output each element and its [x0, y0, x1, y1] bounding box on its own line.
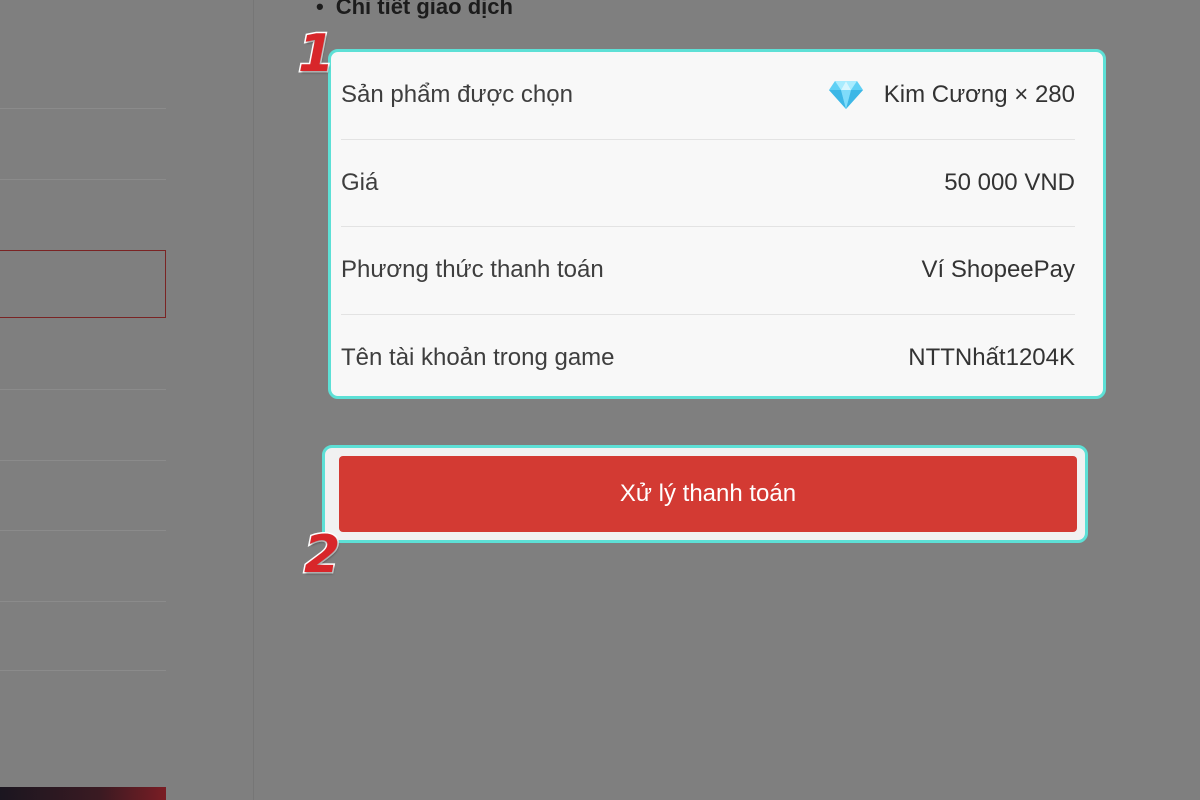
detail-row-payment-method: Phương thức thanh toán Ví ShopeePay — [341, 226, 1075, 314]
detail-label: Tên tài khoản trong game — [341, 343, 615, 371]
section-title: • Chi tiết giao dịch — [316, 0, 513, 20]
detail-value: Kim Cương × 280 — [828, 80, 1075, 110]
payment-method-value: Ví ShopeePay — [921, 256, 1075, 284]
process-payment-button[interactable]: Xử lý thanh toán — [339, 456, 1077, 532]
step-marker-2: 2 — [302, 524, 341, 587]
vertical-divider — [253, 0, 254, 800]
sidebar-divider — [0, 108, 166, 109]
sidebar-divider — [0, 460, 166, 461]
transaction-details-card: Sản phẩm được chọn Kim Cương × 280 Giá 5… — [328, 49, 1106, 399]
detail-row-price: Giá 50 000 VND — [341, 138, 1075, 227]
sidebar-divider — [0, 389, 166, 390]
detail-label: Sản phẩm được chọn — [341, 81, 573, 109]
page: • Chi tiết giao dịch Sản phẩm được chọn K… — [0, 0, 1200, 800]
detail-label: Giá — [341, 168, 379, 196]
diamond-icon — [828, 81, 863, 110]
sidebar — [0, 0, 168, 800]
process-button-highlight: Xử lý thanh toán — [322, 445, 1088, 543]
sidebar-divider — [0, 601, 166, 602]
detail-row-account-name: Tên tài khoản trong game NTTNhất1204K — [341, 313, 1075, 402]
sidebar-thumbnail[interactable] — [0, 787, 166, 800]
product-value: Kim Cương × 280 — [883, 81, 1075, 109]
price-value: 50 000 VND — [944, 168, 1075, 196]
sidebar-divider — [0, 179, 166, 180]
account-name-value: NTTNhất1204K — [908, 343, 1075, 371]
sidebar-divider — [0, 530, 166, 531]
bullet: • — [316, 0, 324, 19]
section-title-text: Chi tiết giao dịch — [335, 0, 513, 19]
detail-label: Phương thức thanh toán — [341, 256, 604, 284]
step-marker-1: 1 — [296, 23, 335, 86]
detail-row-product: Sản phẩm được chọn Kim Cương × 280 — [341, 52, 1075, 139]
sidebar-divider — [0, 670, 166, 671]
sidebar-selected-item[interactable] — [0, 250, 166, 318]
